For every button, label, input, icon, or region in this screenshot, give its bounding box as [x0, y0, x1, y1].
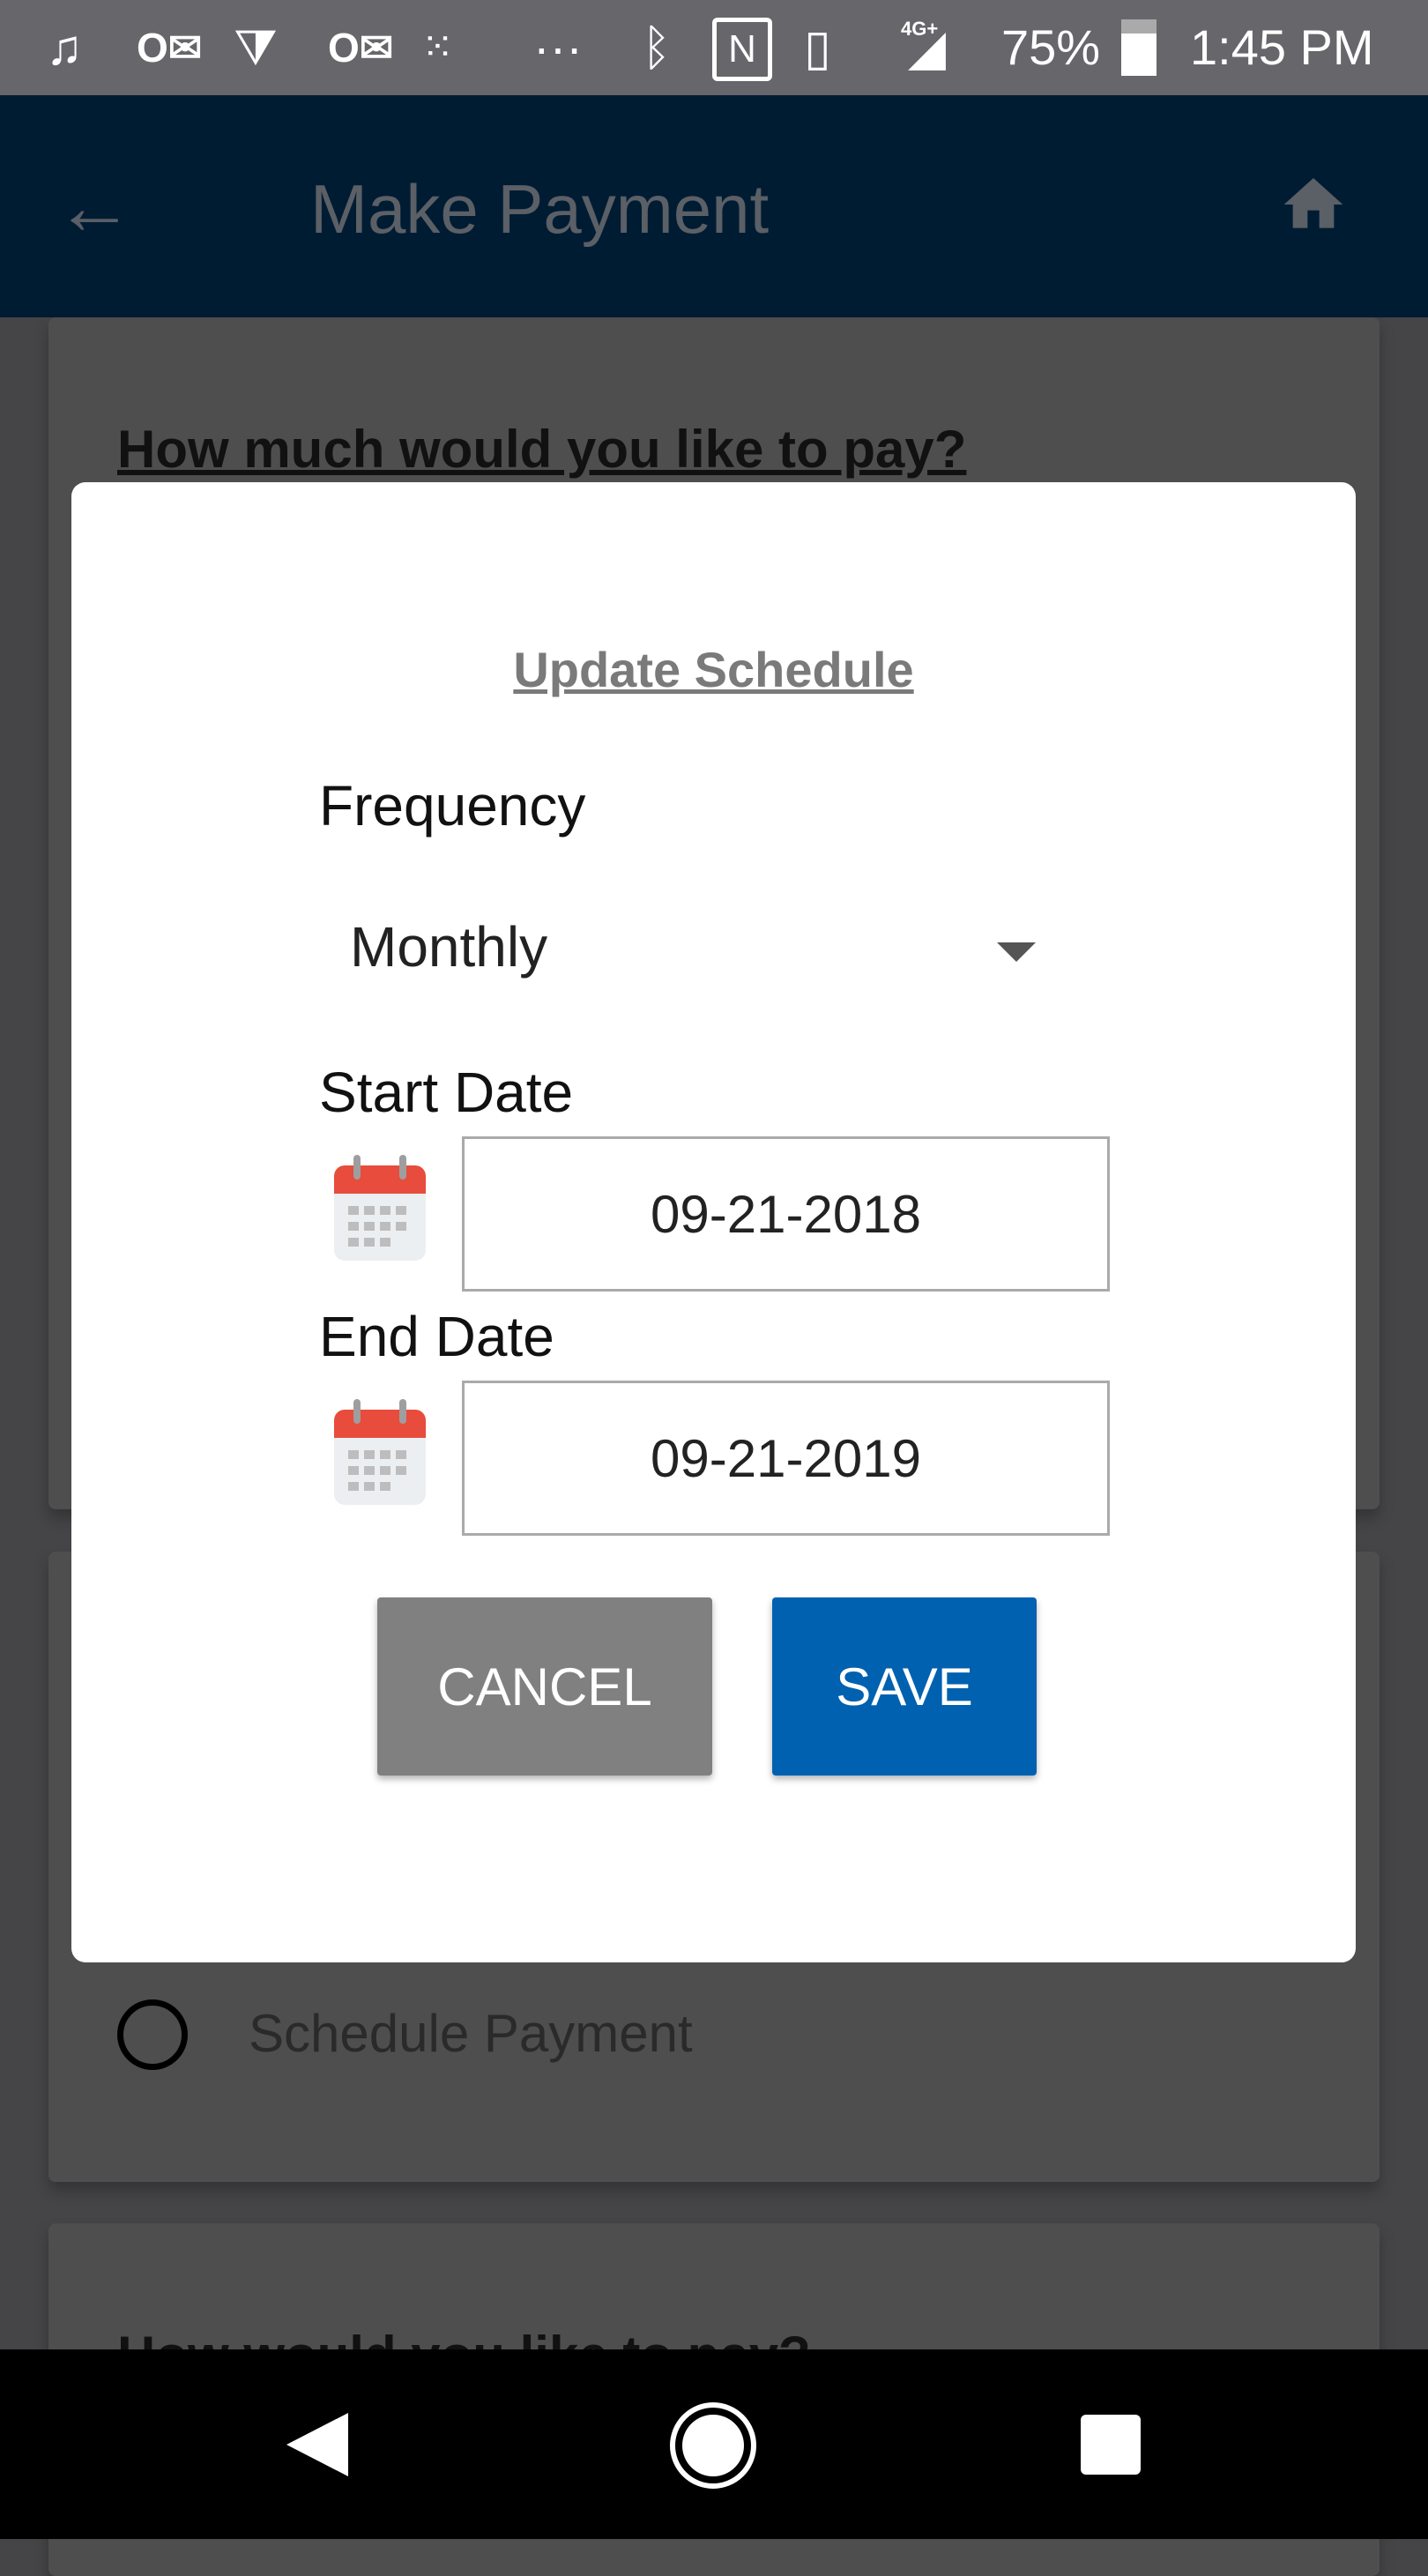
clock: 1:45 PM	[1190, 19, 1374, 75]
outlook-icon: O✉	[137, 25, 203, 71]
schedule-payment-label: Schedule Payment	[249, 2004, 693, 2063]
end-date-input[interactable]: 09-21-2019	[462, 1381, 1110, 1536]
start-date-label: Start Date	[319, 1061, 574, 1124]
dialog-title: Update Schedule	[513, 642, 914, 697]
status-bar: ♫ O✉ ⧩ O✉ ⁙ ··· ᛒ N ▯ 4G+ ◢ 75% 1:45 PM	[0, 0, 1428, 95]
calendar-icon[interactable]	[331, 1399, 429, 1508]
nfc-icon: N	[712, 18, 772, 81]
fitbit-icon: ⁙	[421, 26, 454, 69]
bluetooth-icon: ᛒ	[642, 19, 672, 75]
home-icon[interactable]	[1278, 169, 1349, 240]
music-note-icon: ♫	[46, 19, 83, 75]
page-title: Make Payment	[310, 170, 770, 248]
schedule-radio[interactable]	[117, 1999, 188, 2070]
navigation-bar	[0, 2349, 1428, 2539]
chevron-down-icon	[997, 942, 1036, 962]
start-date-input[interactable]: 09-21-2018	[462, 1136, 1110, 1292]
update-schedule-dialog: Update Schedule Frequency Monthly Start …	[71, 482, 1356, 1962]
arrow-left-icon[interactable]: ←	[55, 168, 134, 247]
more-icon: ···	[533, 19, 583, 75]
app-bar: ← Make Payment	[0, 95, 1428, 317]
battery-icon	[1121, 19, 1157, 76]
cancel-button[interactable]: CANCEL	[377, 1597, 712, 1776]
frequency-label: Frequency	[319, 774, 586, 838]
save-button[interactable]: SAVE	[772, 1597, 1037, 1776]
frequency-value: Monthly	[350, 915, 548, 979]
vibrate-icon: ▯	[804, 19, 831, 75]
card-heading: How much would you like to pay?	[117, 420, 967, 479]
end-date-label: End Date	[319, 1305, 554, 1368]
outlook-icon: O✉	[328, 25, 394, 71]
home-nav-icon[interactable]	[670, 2402, 756, 2489]
signal-icon: ◢	[908, 19, 947, 75]
battery-percent: 75%	[1001, 19, 1101, 75]
calendar-icon[interactable]	[331, 1155, 429, 1264]
back-nav-icon[interactable]	[286, 2413, 348, 2476]
jira-icon: ⧩	[234, 19, 278, 75]
recents-nav-icon[interactable]	[1081, 2415, 1141, 2475]
